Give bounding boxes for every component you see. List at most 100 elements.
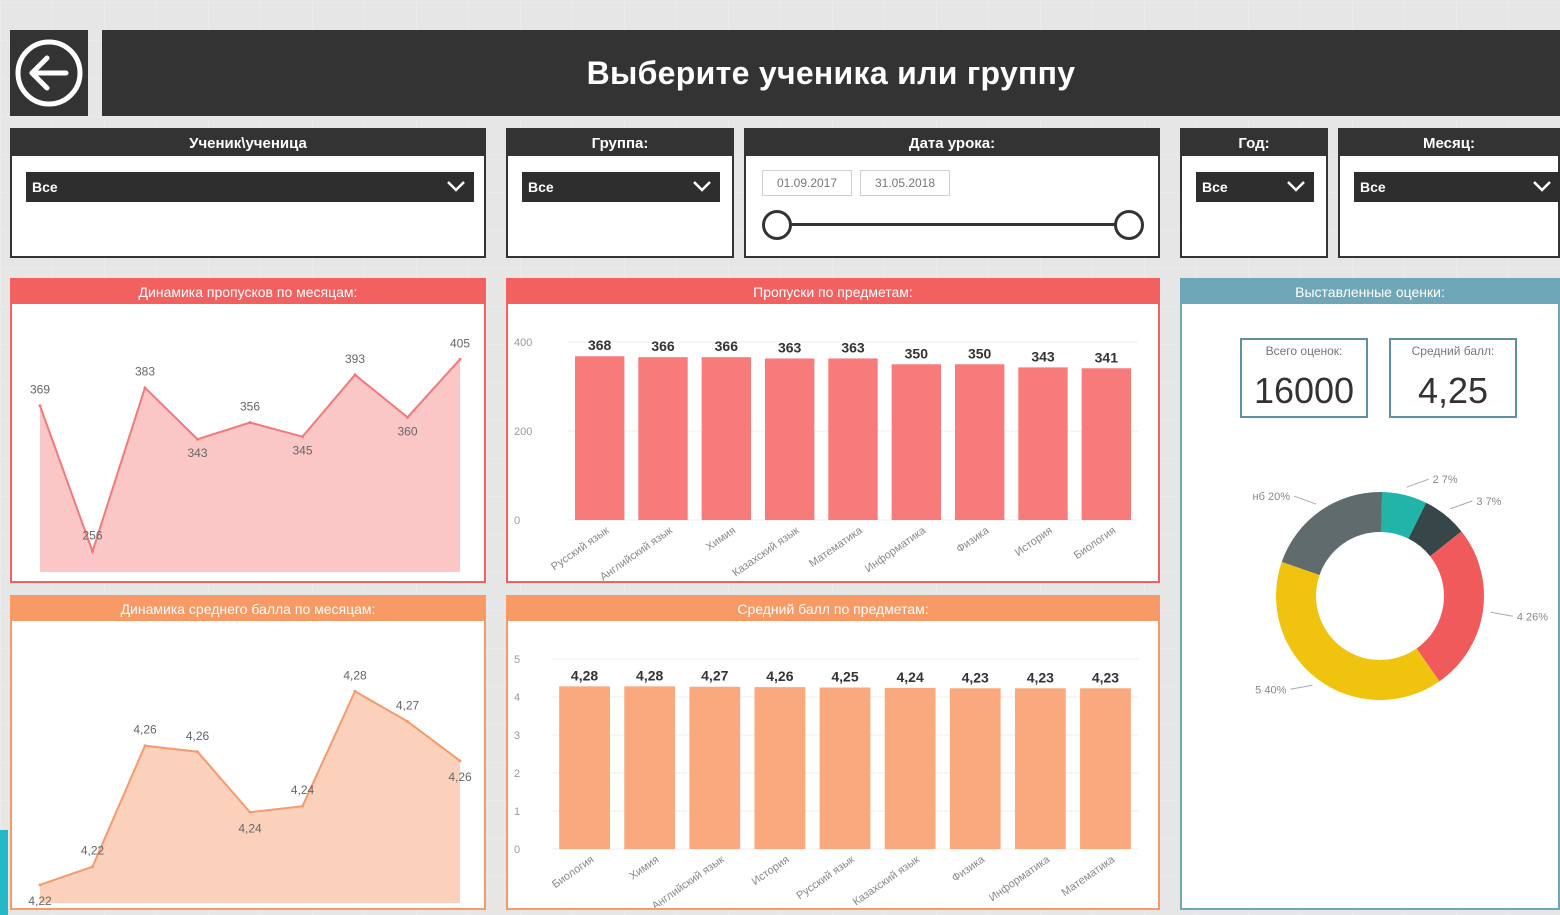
date-from-input[interactable]: 01.09.2017 — [762, 170, 852, 196]
x-tick-label: Английский язык — [650, 854, 727, 908]
bar — [701, 357, 752, 520]
bar — [764, 358, 815, 520]
date-slider-end-handle[interactable] — [1114, 210, 1144, 240]
data-label: 343 — [1031, 348, 1055, 364]
year-dropdown[interactable]: Все — [1196, 172, 1314, 202]
chevron-down-icon — [1287, 181, 1305, 192]
data-label: 369 — [30, 383, 50, 397]
group-slicer: Группа: Все — [506, 128, 734, 258]
date-slicer: Дата урока: 01.09.2017 31.05.2018 — [744, 128, 1160, 258]
data-point — [458, 759, 462, 763]
back-button[interactable] — [10, 30, 88, 116]
data-label: 345 — [292, 444, 312, 458]
data-label: 4,22 — [28, 894, 52, 908]
month-dropdown[interactable]: Все — [1354, 172, 1560, 202]
group-slicer-label: Группа: — [508, 130, 732, 156]
avg-grade-value: 4,25 — [1417, 370, 1489, 411]
bar — [638, 357, 688, 520]
chevron-down-icon — [447, 181, 465, 192]
data-point — [248, 420, 252, 424]
avg-subject-chart: 0 1 2 3 4 5 4,28 Биология 4,28 Химия 4,27 Английски… — [514, 654, 1138, 912]
y-tick-label: 400 — [514, 337, 532, 349]
y-tick-label: 3 — [514, 730, 520, 742]
data-point — [353, 689, 357, 693]
date-slider-start-handle[interactable] — [762, 210, 792, 240]
year-dropdown-value: Все — [1202, 179, 1228, 195]
data-label: 4,26 — [766, 668, 793, 684]
slice-leader-line — [1293, 495, 1317, 505]
x-tick-label: Информатика — [863, 524, 929, 575]
y-tick-label: 0 — [514, 844, 520, 856]
bar — [1014, 688, 1066, 849]
bar — [559, 686, 610, 849]
student-dropdown[interactable]: Все — [26, 172, 474, 202]
x-tick-label: Физика — [950, 853, 988, 884]
data-label: 368 — [588, 337, 612, 353]
y-tick-label: 1 — [514, 806, 520, 818]
bar — [949, 688, 1001, 849]
data-label: 4,23 — [1092, 669, 1119, 685]
y-tick-label: 5 — [514, 654, 520, 666]
total-grades-label: Всего оценок: — [1265, 344, 1343, 358]
x-tick-label: Русский язык — [794, 854, 856, 903]
grades-title: Выставленные оценки: — [1182, 280, 1558, 304]
data-label: 363 — [778, 339, 802, 355]
slice-leader-line — [1490, 611, 1513, 617]
avg-grade-label: Средний балл: — [1411, 344, 1495, 358]
y-tick-label: 4 — [514, 692, 520, 704]
bar — [819, 687, 871, 849]
month-slicer-label: Месяц: — [1340, 130, 1558, 156]
title-bar: Выберите ученика или группу — [102, 30, 1560, 116]
area-fill — [40, 691, 460, 903]
slice-label: нб 20% — [1253, 491, 1291, 503]
x-tick-label: Русский язык — [549, 525, 611, 574]
date-to-input[interactable]: 31.05.2018 — [860, 170, 950, 196]
x-tick-label: История — [750, 854, 792, 888]
avg-grade-card: Средний балл: 4,25 — [1389, 338, 1517, 418]
bar — [828, 358, 878, 520]
group-dropdown[interactable]: Все — [522, 172, 720, 202]
data-point — [196, 437, 199, 441]
data-label: 341 — [1095, 349, 1119, 365]
data-label: 4,26 — [133, 723, 157, 737]
data-point — [91, 865, 94, 869]
x-tick-label: Казахский язык — [851, 854, 922, 908]
x-tick-label: Информатика — [987, 853, 1053, 904]
data-point — [353, 373, 357, 377]
x-tick-label: Биология — [1072, 525, 1118, 562]
data-point — [301, 804, 304, 808]
date-slider-track[interactable] — [776, 223, 1130, 226]
grades-panel: Выставленные оценки: Всего оценок: 16000… — [1180, 278, 1560, 910]
data-label: 393 — [345, 352, 365, 366]
group-dropdown-value: Все — [528, 179, 554, 195]
data-label: 256 — [82, 528, 102, 542]
data-label: 360 — [397, 424, 417, 438]
data-label: 4,22 — [81, 844, 105, 858]
bar — [1018, 367, 1068, 520]
data-label: 4,28 — [343, 668, 367, 682]
data-label: 4,23 — [962, 669, 989, 685]
data-point — [458, 357, 462, 361]
bar — [891, 364, 942, 520]
donut-slice — [1276, 561, 1440, 700]
absences-subject-chart: 0200400 368Русский язык366Английский язык… — [514, 337, 1138, 583]
absences-month-chart: 369Сен256Окт383Нояб343Дек356Янв345Фев393… — [29, 336, 472, 595]
data-label: 4,24 — [896, 669, 923, 685]
avg-month-title: Динамика среднего балла по месяцам: — [12, 597, 484, 621]
x-tick-label: Математика — [807, 524, 865, 570]
data-label: 4,28 — [571, 667, 598, 683]
bar — [624, 686, 676, 849]
slice-label: 2 7% — [1433, 474, 1458, 486]
slice-leader-line — [1290, 684, 1313, 690]
data-label: 343 — [187, 446, 207, 460]
data-point — [38, 883, 42, 887]
data-label: 4,24 — [238, 821, 262, 835]
chevron-down-icon — [693, 181, 711, 192]
avg-subject-title: Средний балл по предметам: — [508, 597, 1158, 621]
data-point — [196, 750, 199, 754]
data-point — [301, 435, 304, 439]
data-point — [38, 404, 42, 408]
data-point — [406, 415, 409, 419]
data-label: 4,28 — [636, 667, 663, 683]
data-label: 4,25 — [831, 669, 858, 685]
